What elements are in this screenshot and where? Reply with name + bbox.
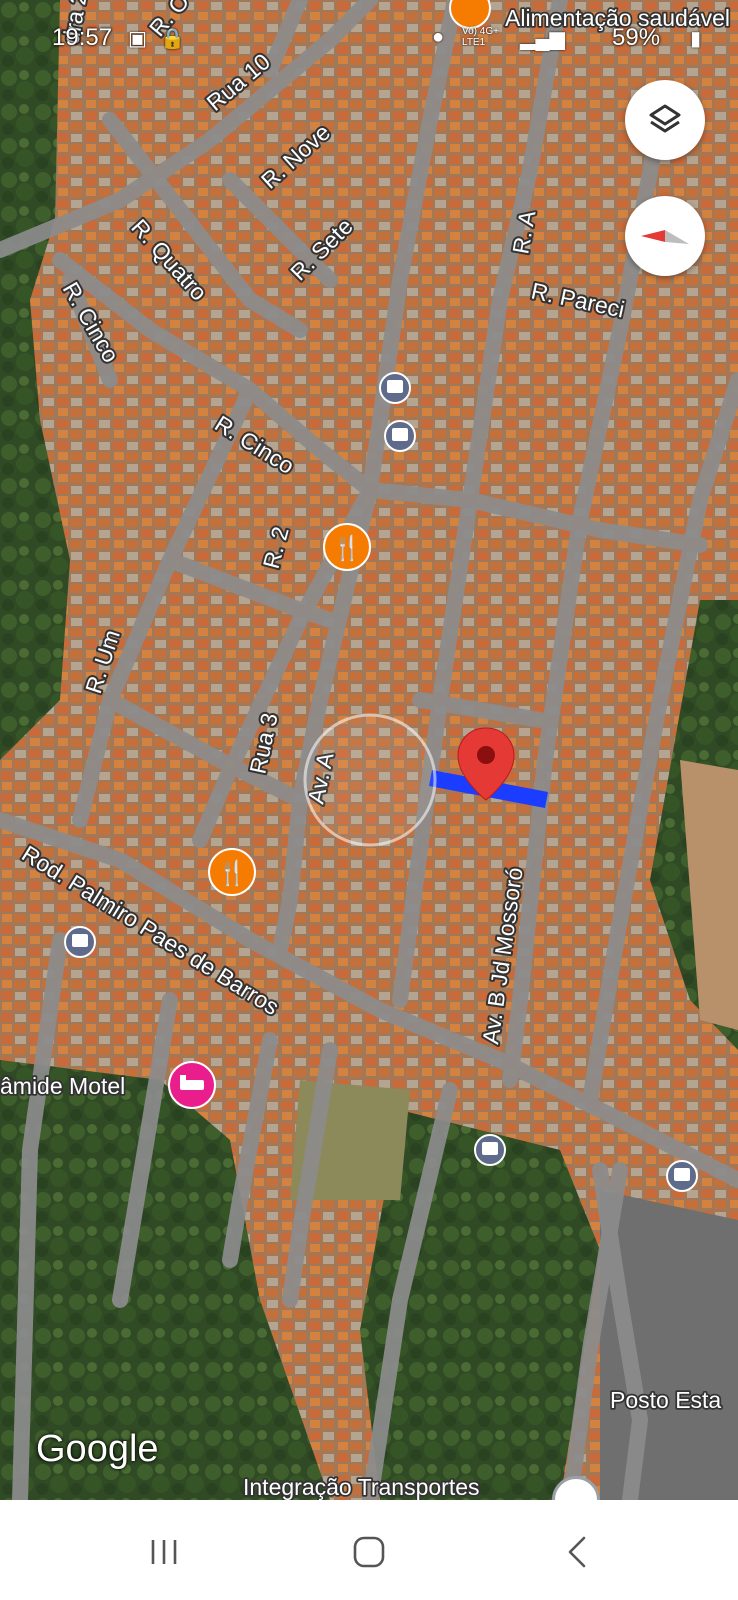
- home-icon: [353, 1536, 385, 1568]
- svg-text:🍴: 🍴: [332, 534, 362, 562]
- restaurant-icon[interactable]: 🍴: [208, 848, 256, 896]
- satellite-map[interactable]: dra 21 R. O Rua 10 R. Nove R. Sete R. Qu…: [0, 0, 738, 1500]
- hotel-icon[interactable]: [168, 1061, 216, 1109]
- location-accuracy-circle: [303, 713, 437, 847]
- battery-icon: ▮: [690, 28, 702, 50]
- bus-stop-icon[interactable]: [64, 926, 96, 958]
- signal-strength-icon: ▂▄▆: [520, 28, 565, 50]
- poi-label-posto[interactable]: Posto Esta: [608, 1385, 723, 1415]
- restaurant-icon[interactable]: 🍴: [323, 523, 371, 571]
- location-status-icon: ●: [432, 26, 445, 48]
- compass-button[interactable]: [625, 196, 705, 276]
- navigation-bar: [0, 1500, 738, 1600]
- bus-stop-icon[interactable]: [474, 1134, 506, 1166]
- compass-icon: [641, 230, 689, 244]
- poi-label-integracao[interactable]: Integração Transportes: [241, 1472, 481, 1500]
- bus-stop-icon[interactable]: [666, 1160, 698, 1192]
- bus-stop-icon[interactable]: [379, 372, 411, 404]
- home-button[interactable]: [347, 1530, 391, 1574]
- network-type: Vo) 4G+ LTE1: [462, 26, 499, 48]
- google-attribution: Google: [36, 1428, 159, 1470]
- status-bar: 19:57 ▣ 🔒 ● Vo) 4G+ LTE1 ▂▄▆ 59% ▮: [0, 22, 738, 56]
- gallery-notification-icon: ▣: [128, 28, 147, 50]
- svg-text:🍴: 🍴: [217, 859, 247, 887]
- recent-apps-icon: [151, 1540, 177, 1564]
- poi-label-motel[interactable]: âmide Motel: [0, 1071, 127, 1101]
- layers-icon: [649, 104, 681, 133]
- battery-percentage: 59%: [612, 24, 661, 51]
- back-icon: [568, 1536, 586, 1568]
- bus-stop-icon[interactable]: [384, 420, 416, 452]
- status-time: 19:57: [52, 24, 113, 51]
- back-button[interactable]: [555, 1530, 599, 1574]
- layers-button[interactable]: [625, 80, 705, 160]
- recent-apps-button[interactable]: [142, 1530, 186, 1574]
- lock-notification-icon: 🔒: [160, 28, 185, 50]
